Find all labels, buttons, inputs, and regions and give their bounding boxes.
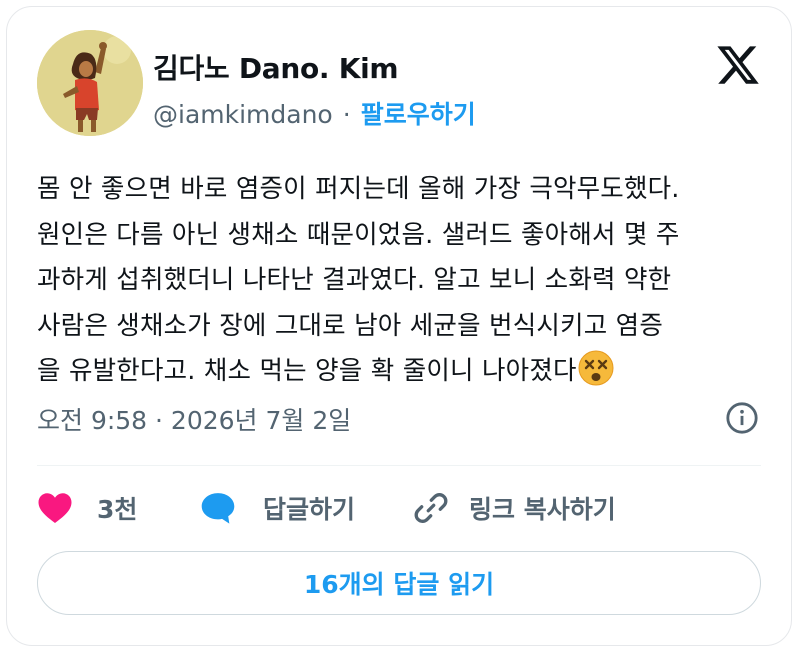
- tweet-card: 김다노 Dano. Kim @iamkimdano · 팔로우하기 몸 안 좋으면 …: [6, 6, 792, 646]
- author-handle[interactable]: @iamkimdano: [153, 100, 333, 129]
- copy-link-label: 링크 복사하기: [469, 495, 616, 524]
- follow-button[interactable]: 팔로우하기: [361, 100, 476, 129]
- reply-button[interactable]: 답글하기: [199, 490, 413, 526]
- dizzy-face-emoji-icon: [578, 350, 614, 386]
- action-bar: 3천 답글하기 링크 복사하기: [37, 485, 616, 531]
- author-handle-row: @iamkimdano · 팔로우하기: [153, 95, 476, 131]
- x-logo-icon[interactable]: [715, 42, 761, 88]
- tweet-text: 몸 안 좋으면 바로 염증이 퍼지는데 올해 가장 극악무도했다. 원인은 다름…: [37, 167, 777, 395]
- read-replies-label: 16개의 답글 읽기: [303, 570, 495, 599]
- tweet-timestamp[interactable]: 오전 9:58 · 2026년 7월 2일: [37, 401, 351, 437]
- separator-dot: ·: [342, 100, 351, 129]
- info-icon[interactable]: [725, 401, 759, 435]
- avatar-illustration: [37, 30, 143, 136]
- tweet-line: 몸 안 좋으면 바로 염증이 퍼지는데 올해 가장 극악무도했다.: [37, 174, 680, 204]
- avatar[interactable]: [37, 30, 143, 136]
- speech-bubble-icon: [201, 493, 235, 524]
- read-replies-button[interactable]: 16개의 답글 읽기: [37, 551, 761, 615]
- divider: [37, 465, 761, 466]
- link-icon: [414, 493, 448, 523]
- tweet-line: 과하게 섭취했더니 나타난 결과였다. 알고 보니 소화력 약한: [37, 265, 672, 295]
- author-name[interactable]: 김다노 Dano. Kim: [153, 47, 399, 87]
- heart-icon: [38, 493, 72, 523]
- reply-label: 답글하기: [263, 495, 356, 524]
- tweet-line: 사람은 생채소가 장에 그대로 남아 세균을 번식시키고 염증: [37, 310, 663, 341]
- tweet-line-last: 을 유발한다고. 채소 먹는 양을 확 줄이니 나아졌다: [37, 349, 777, 395]
- copy-link-button[interactable]: 링크 복사하기: [413, 490, 616, 526]
- tweet-line: 원인은 다름 아닌 생채소 때문이었음. 샐러드 좋아해서 몇 주: [37, 219, 680, 250]
- tweet-line-text: 을 유발한다고. 채소 먹는 양을 확 줄이니 나아졌다: [37, 356, 577, 386]
- like-count: 3천: [97, 495, 138, 524]
- like-button[interactable]: 3천: [37, 490, 199, 526]
